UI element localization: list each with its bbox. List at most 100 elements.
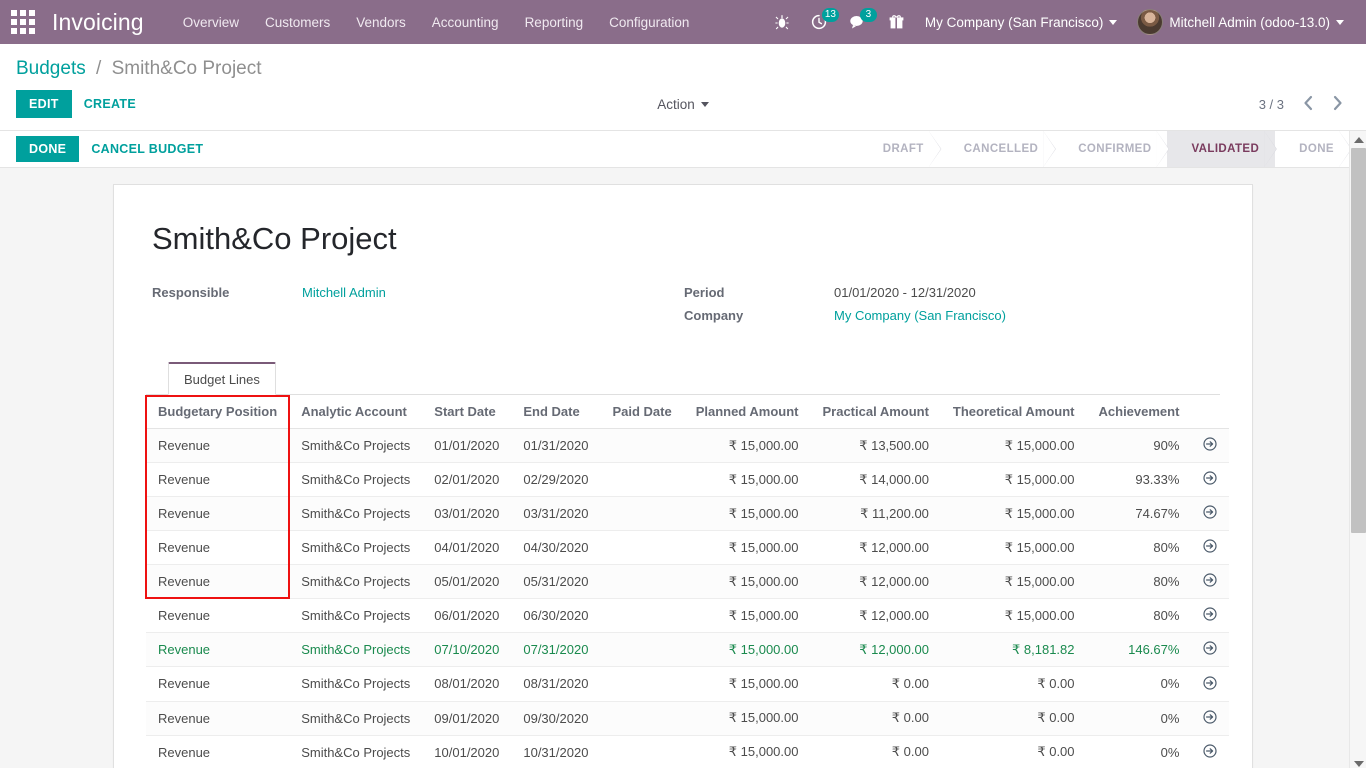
menu-item-customers[interactable]: Customers — [252, 3, 343, 42]
budget-line-achievement: 0% — [1087, 735, 1192, 768]
budget-line-start-date: 03/01/2020 — [422, 497, 511, 531]
scrollbar-thumb[interactable] — [1351, 148, 1366, 533]
budget-line-start-date: 02/01/2020 — [422, 463, 511, 497]
budget-line-open-cell[interactable] — [1191, 667, 1229, 701]
tab-budget-lines[interactable]: Budget Lines — [168, 362, 276, 395]
circle-arrow-right-icon[interactable] — [1203, 641, 1217, 658]
table-row[interactable]: RevenueSmith&Co Projects06/01/202006/30/… — [146, 599, 1229, 633]
field-company-value[interactable]: My Company (San Francisco) — [834, 308, 1006, 323]
table-row[interactable]: RevenueSmith&Co Projects02/01/202002/29/… — [146, 463, 1229, 497]
create-button[interactable]: Create — [72, 90, 148, 118]
budget-line-planned-amount: ₹ 15,000.00 — [684, 599, 811, 633]
column-header-practical-amount[interactable]: Practical Amount — [810, 395, 940, 429]
budget-line-practical-amount: ₹ 12,000.00 — [810, 599, 940, 633]
app-brand-title[interactable]: Invoicing — [52, 9, 144, 36]
budget-line-open-cell[interactable] — [1191, 429, 1229, 463]
stage-validated[interactable]: Validated — [1167, 131, 1275, 167]
circle-arrow-right-icon[interactable] — [1203, 539, 1217, 556]
apps-grid-icon[interactable] — [8, 7, 38, 37]
budget-line-end-date: 09/30/2020 — [511, 701, 600, 735]
column-header-theoretical-amount[interactable]: Theoretical Amount — [941, 395, 1087, 429]
cancel-budget-button[interactable]: Cancel Budget — [79, 136, 215, 162]
table-row[interactable]: RevenueSmith&Co Projects03/01/202003/31/… — [146, 497, 1229, 531]
budget-line-position: Revenue — [146, 497, 289, 531]
budget-line-open-cell[interactable] — [1191, 701, 1229, 735]
pager-previous-button[interactable] — [1296, 93, 1321, 116]
budget-line-planned-amount: ₹ 15,000.00 — [684, 463, 811, 497]
pager-count: 3 / 3 — [1259, 97, 1292, 112]
budget-line-practical-amount: ₹ 14,000.00 — [810, 463, 940, 497]
menu-item-reporting[interactable]: Reporting — [512, 3, 597, 42]
budget-line-analytic-account: Smith&Co Projects — [289, 565, 422, 599]
budget-line-practical-amount: ₹ 11,200.00 — [810, 497, 940, 531]
table-row[interactable]: RevenueSmith&Co Projects04/01/202004/30/… — [146, 531, 1229, 565]
avatar — [1137, 9, 1163, 35]
budget-line-open-cell[interactable] — [1191, 633, 1229, 667]
column-header-paid-date[interactable]: Paid Date — [600, 395, 683, 429]
menu-item-configuration[interactable]: Configuration — [596, 3, 702, 42]
scrollbar-down-arrow-icon[interactable] — [1350, 755, 1366, 768]
circle-arrow-right-icon[interactable] — [1203, 607, 1217, 624]
table-row[interactable]: RevenueSmith&Co Projects01/01/202001/31/… — [146, 429, 1229, 463]
circle-arrow-right-icon[interactable] — [1203, 505, 1217, 522]
breadcrumb-budgets-link[interactable]: Budgets — [16, 58, 86, 79]
activities-clock-icon[interactable]: 13 — [800, 0, 838, 44]
field-responsible-value[interactable]: Mitchell Admin — [302, 285, 386, 300]
stage-confirmed[interactable]: Confirmed — [1054, 131, 1167, 167]
scrollbar-up-arrow-icon[interactable] — [1350, 131, 1366, 148]
bug-icon[interactable] — [764, 0, 800, 44]
column-header-planned-amount[interactable]: Planned Amount — [684, 395, 811, 429]
budget-line-open-cell[interactable] — [1191, 735, 1229, 768]
budget-line-open-cell[interactable] — [1191, 599, 1229, 633]
budget-line-open-cell[interactable] — [1191, 497, 1229, 531]
activities-count-badge: 13 — [822, 8, 839, 22]
circle-arrow-right-icon[interactable] — [1203, 471, 1217, 488]
column-header-end-date[interactable]: End Date — [511, 395, 600, 429]
table-row[interactable]: RevenueSmith&Co Projects08/01/202008/31/… — [146, 667, 1229, 701]
menu-item-accounting[interactable]: Accounting — [419, 3, 512, 42]
circle-arrow-right-icon[interactable] — [1203, 744, 1217, 761]
budget-line-open-cell[interactable] — [1191, 565, 1229, 599]
column-header-analytic-account[interactable]: Analytic Account — [289, 395, 422, 429]
budget-line-open-cell[interactable] — [1191, 531, 1229, 565]
stage-cancelled[interactable]: Cancelled — [940, 131, 1055, 167]
navbar-right-tools: 13 3 My Company (San Francisco) Mitchell… — [764, 0, 1354, 44]
column-header-budgetary-position[interactable]: Budgetary Position — [146, 395, 289, 429]
budget-lines-table: Budgetary Position Analytic Account Star… — [146, 395, 1229, 768]
circle-arrow-right-icon[interactable] — [1203, 676, 1217, 693]
budget-line-start-date: 06/01/2020 — [422, 599, 511, 633]
budget-line-theoretical-amount: ₹ 0.00 — [941, 701, 1087, 735]
budget-line-theoretical-amount: ₹ 15,000.00 — [941, 599, 1087, 633]
action-dropdown[interactable]: Action — [651, 96, 715, 113]
done-button[interactable]: Done — [16, 136, 79, 162]
circle-arrow-right-icon[interactable] — [1203, 710, 1217, 727]
pager-next-button[interactable] — [1325, 93, 1350, 116]
column-header-start-date[interactable]: Start Date — [422, 395, 511, 429]
table-row[interactable]: RevenueSmith&Co Projects07/10/202007/31/… — [146, 633, 1229, 667]
budget-line-analytic-account: Smith&Co Projects — [289, 497, 422, 531]
budget-line-analytic-account: Smith&Co Projects — [289, 667, 422, 701]
stage-done[interactable]: Done — [1275, 131, 1350, 167]
budget-line-theoretical-amount: ₹ 15,000.00 — [941, 531, 1087, 565]
budget-line-analytic-account: Smith&Co Projects — [289, 735, 422, 768]
circle-arrow-right-icon[interactable] — [1203, 573, 1217, 590]
vertical-scrollbar[interactable] — [1349, 131, 1366, 768]
circle-arrow-right-icon[interactable] — [1203, 437, 1217, 454]
menu-item-vendors[interactable]: Vendors — [343, 3, 419, 42]
column-header-achievement[interactable]: Achievement — [1087, 395, 1192, 429]
table-row[interactable]: RevenueSmith&Co Projects10/01/202010/31/… — [146, 735, 1229, 768]
field-responsible-label: Responsible — [152, 285, 302, 300]
table-row[interactable]: RevenueSmith&Co Projects09/01/202009/30/… — [146, 701, 1229, 735]
budget-line-achievement: 93.33% — [1087, 463, 1192, 497]
budget-line-analytic-account: Smith&Co Projects — [289, 701, 422, 735]
company-switcher[interactable]: My Company (San Francisco) — [915, 0, 1128, 44]
budget-line-position: Revenue — [146, 565, 289, 599]
stage-draft[interactable]: Draft — [865, 131, 940, 167]
chat-bubble-icon[interactable]: 3 — [838, 0, 878, 44]
gift-icon[interactable] — [878, 0, 915, 44]
table-row[interactable]: RevenueSmith&Co Projects05/01/202005/31/… — [146, 565, 1229, 599]
edit-button[interactable]: Edit — [16, 90, 72, 118]
menu-item-overview[interactable]: Overview — [170, 3, 252, 42]
user-menu[interactable]: Mitchell Admin (odoo-13.0) — [1127, 0, 1354, 44]
budget-line-open-cell[interactable] — [1191, 463, 1229, 497]
